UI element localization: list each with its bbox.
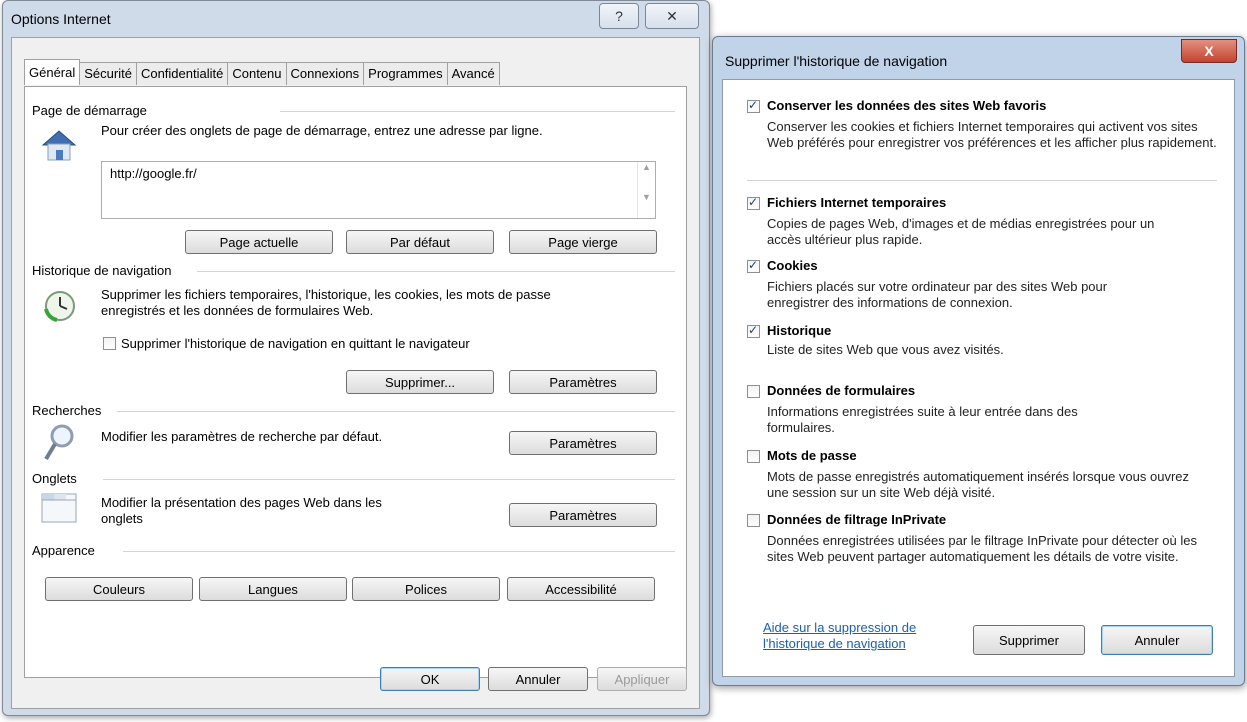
delete-history-button[interactable]: Supprimer... [346, 370, 494, 394]
tab-general[interactable]: Général [24, 59, 81, 85]
cookies-description: Fichiers placés sur votre ordinateur par… [767, 279, 1108, 310]
delete-button[interactable]: Supprimer [973, 625, 1085, 655]
history-description: Supprimer les fichiers temporaires, l'hi… [101, 287, 551, 318]
delete-history-window: Supprimer l'historique de navigation X C… [712, 36, 1245, 686]
tab-advanced[interactable]: Avancé [446, 62, 500, 85]
keep-favorites-description: Conserver les cookies et fichiers Intern… [767, 119, 1217, 150]
tab-content[interactable]: Contenu [227, 62, 287, 85]
tabs-description: Modifier la présentation des pages Web d… [101, 495, 382, 526]
help-link[interactable]: Aide sur la suppression de l'historique … [763, 620, 933, 652]
temp-files-description: Copies de pages Web, d'images et de médi… [767, 216, 1155, 247]
history-settings-button[interactable]: Paramètres [509, 370, 657, 394]
keep-favorites-label[interactable]: Conserver les données des sites Web favo… [767, 98, 1046, 113]
accessibility-button[interactable]: Accessibilité [507, 577, 655, 601]
startpage-url-field[interactable]: http://google.fr/ ▲ ▼ [101, 161, 656, 219]
current-page-button[interactable]: Page actuelle [185, 230, 333, 254]
cancel-button[interactable]: Annuler [488, 667, 588, 691]
form-data-label[interactable]: Données de formulaires [767, 383, 915, 398]
cancel-button[interactable]: Annuler [1101, 625, 1213, 655]
inprivate-filter-label[interactable]: Données de filtrage InPrivate [767, 512, 946, 527]
internet-options-window: Options Internet ? ✕ Général Sécurité Co… [2, 0, 710, 716]
history-group-label: Historique de navigation [32, 263, 172, 278]
help-button[interactable]: ? [599, 3, 639, 29]
history-checkbox[interactable] [747, 323, 760, 338]
divider [747, 180, 1217, 181]
close-button[interactable]: X [1181, 39, 1237, 63]
tab-connections[interactable]: Connexions [285, 62, 365, 85]
tabs-window-icon [41, 493, 77, 523]
window-title: Supprimer l'historique de navigation [725, 53, 948, 69]
tabs-settings-button[interactable]: Paramètres [509, 503, 657, 527]
home-icon [41, 130, 77, 161]
tab-programs[interactable]: Programmes [363, 62, 448, 85]
temp-files-label[interactable]: Fichiers Internet temporaires [767, 195, 946, 210]
delete-on-exit-label[interactable]: Supprimer l'historique de navigation en … [121, 336, 470, 352]
appearance-group-label: Apparence [32, 543, 95, 558]
startpage-group-label: Page de démarrage [32, 103, 147, 118]
colors-button[interactable]: Couleurs [45, 577, 193, 601]
default-page-button[interactable]: Par défaut [346, 230, 494, 254]
languages-button[interactable]: Langues [199, 577, 347, 601]
search-settings-button[interactable]: Paramètres [509, 431, 657, 455]
history-description: Liste de sites Web que vous avez visités… [767, 342, 1004, 357]
startpage-url-value: http://google.fr/ [110, 166, 197, 181]
divider [280, 111, 675, 112]
keep-favorites-checkbox[interactable] [747, 98, 760, 113]
cookies-label[interactable]: Cookies [767, 258, 818, 273]
close-button[interactable]: ✕ [645, 3, 699, 29]
history-clock-icon [44, 291, 75, 322]
divider [197, 271, 675, 272]
form-data-checkbox[interactable] [747, 385, 760, 398]
inprivate-filter-description: Données enregistrées utilisées par le fi… [767, 533, 1197, 564]
tab-privacy[interactable]: Confidentialité [135, 62, 229, 85]
divider [123, 551, 675, 552]
general-tab-panel: Page de démarrage Pour créer des onglets… [24, 86, 687, 678]
search-description: Modifier les paramètres de recherche par… [101, 429, 383, 444]
search-group-label: Recherches [32, 403, 102, 418]
passwords-checkbox[interactable] [747, 450, 760, 463]
url-scrollbar[interactable]: ▲ ▼ [637, 162, 655, 218]
apply-button[interactable]: Appliquer [597, 667, 687, 691]
ok-button[interactable]: OK [380, 667, 480, 691]
fonts-button[interactable]: Polices [352, 577, 500, 601]
form-data-description: Informations enregistrées suite à leur e… [767, 404, 1078, 435]
delete-on-exit-checkbox[interactable] [103, 337, 116, 350]
passwords-label[interactable]: Mots de passe [767, 448, 857, 463]
passwords-description: Mots de passe enregistrés automatiquemen… [767, 469, 1189, 500]
tab-security[interactable]: Sécurité [79, 62, 137, 85]
tabs-group-label: Onglets [32, 471, 77, 486]
temp-files-checkbox[interactable] [747, 195, 760, 210]
cookies-checkbox[interactable] [747, 258, 760, 273]
divider [103, 479, 675, 480]
inprivate-filter-checkbox[interactable] [747, 514, 760, 527]
dialog-body: Conserver les données des sites Web favo… [722, 79, 1235, 677]
startpage-description: Pour créer des onglets de page de démarr… [101, 123, 543, 138]
tab-strip: Général Sécurité Confidentialité Contenu… [24, 59, 500, 85]
search-magnifier-icon [44, 424, 74, 461]
history-label[interactable]: Historique [767, 323, 831, 338]
window-title: Options Internet [11, 11, 111, 27]
dialog-body: Général Sécurité Confidentialité Contenu… [11, 37, 700, 709]
blank-page-button[interactable]: Page vierge [509, 230, 657, 254]
divider [117, 411, 675, 412]
